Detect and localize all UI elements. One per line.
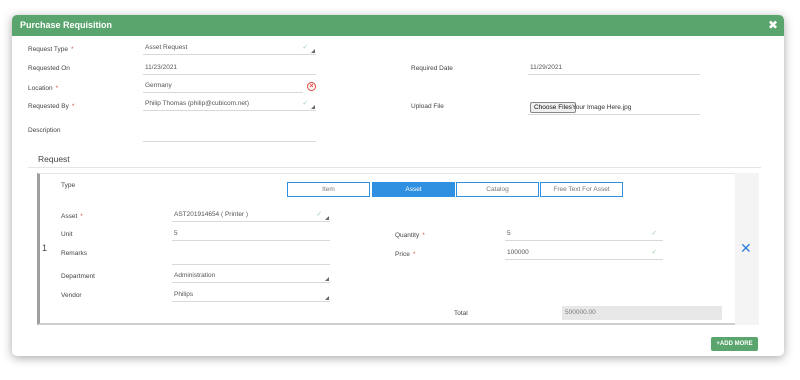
quantity-label: Quantity * xyxy=(395,232,425,239)
type-label: Type xyxy=(61,182,76,189)
description-label: Description xyxy=(28,127,61,134)
request-type-label: Request Type * xyxy=(28,46,74,53)
tab-item[interactable]: Item xyxy=(287,182,370,197)
unit-label: Unit xyxy=(61,231,73,238)
requested-by-label: Requested By * xyxy=(28,103,75,110)
department-value: Administration xyxy=(174,272,216,279)
dropdown-caret-icon xyxy=(325,277,329,281)
price-value: 100000 xyxy=(507,249,529,256)
check-icon: ✓ xyxy=(651,249,657,256)
total-label: Total xyxy=(454,310,468,317)
section-divider xyxy=(28,167,761,168)
remarks-field[interactable] xyxy=(172,253,330,265)
requested-by-value: Philip Thomas (philip@cubicom.net) xyxy=(145,100,250,107)
add-more-button[interactable]: +ADD MORE xyxy=(711,337,758,351)
check-icon: ✓ xyxy=(302,44,308,51)
location-field[interactable]: Germany xyxy=(143,81,303,93)
upload-file-underline xyxy=(528,103,700,115)
price-field[interactable]: 100000 ✓ xyxy=(505,248,663,260)
required-date-label: Required Date xyxy=(411,65,453,72)
requested-by-select[interactable]: Philip Thomas (philip@cubicom.net) ✓ xyxy=(143,99,316,111)
total-field: 500000.00 xyxy=(562,306,722,320)
location-label: Location * xyxy=(28,85,59,92)
tab-asset[interactable]: Asset xyxy=(372,182,455,197)
department-select[interactable]: Administration xyxy=(172,271,330,283)
asset-select[interactable]: AST201914654 ( Printer ) ✓ xyxy=(172,210,330,222)
remove-row-icon[interactable]: ✕ xyxy=(740,240,752,257)
check-icon: ✓ xyxy=(302,100,308,107)
required-date-field[interactable]: 11/29/2021 xyxy=(528,63,700,75)
quantity-field[interactable]: 5 ✓ xyxy=(505,229,663,241)
vendor-value: Philips xyxy=(174,291,194,298)
price-label: Price * xyxy=(395,251,416,258)
dropdown-caret-icon xyxy=(311,49,315,53)
requested-on-field[interactable]: 11/23/2021 xyxy=(143,63,316,75)
dropdown-caret-icon xyxy=(325,296,329,300)
asset-label: Asset * xyxy=(61,213,83,220)
upload-file-label: Upload File xyxy=(411,103,444,110)
requested-on-label: Requested On xyxy=(28,65,70,72)
check-icon: ✓ xyxy=(316,211,322,218)
unit-field[interactable]: 5 xyxy=(172,229,330,241)
dialog-title: Purchase Requisition xyxy=(20,20,113,30)
row-number: 1 xyxy=(42,243,48,253)
request-section-title: Request xyxy=(38,154,70,164)
clear-location-icon[interactable]: × xyxy=(307,82,316,91)
asset-value: AST201914654 ( Printer ) xyxy=(174,211,249,218)
quantity-value: 5 xyxy=(507,230,511,237)
description-field[interactable] xyxy=(143,130,316,142)
remarks-label: Remarks xyxy=(61,250,88,257)
vendor-label: Vendor xyxy=(61,292,82,299)
dialog-titlebar: Purchase Requisition ✖ xyxy=(12,15,784,36)
request-type-value: Asset Request xyxy=(145,44,188,51)
close-icon[interactable]: ✖ xyxy=(768,18,778,32)
department-label: Department xyxy=(61,273,95,280)
check-icon: ✓ xyxy=(651,230,657,237)
dropdown-caret-icon xyxy=(311,105,315,109)
tab-catalog[interactable]: Catalog xyxy=(456,182,539,197)
request-type-select[interactable]: Asset Request ✓ xyxy=(143,43,316,55)
dropdown-caret-icon xyxy=(325,216,329,220)
tab-free-text-for-asset[interactable]: Free Text For Asset xyxy=(540,182,623,197)
vendor-select[interactable]: Philips xyxy=(172,290,330,302)
